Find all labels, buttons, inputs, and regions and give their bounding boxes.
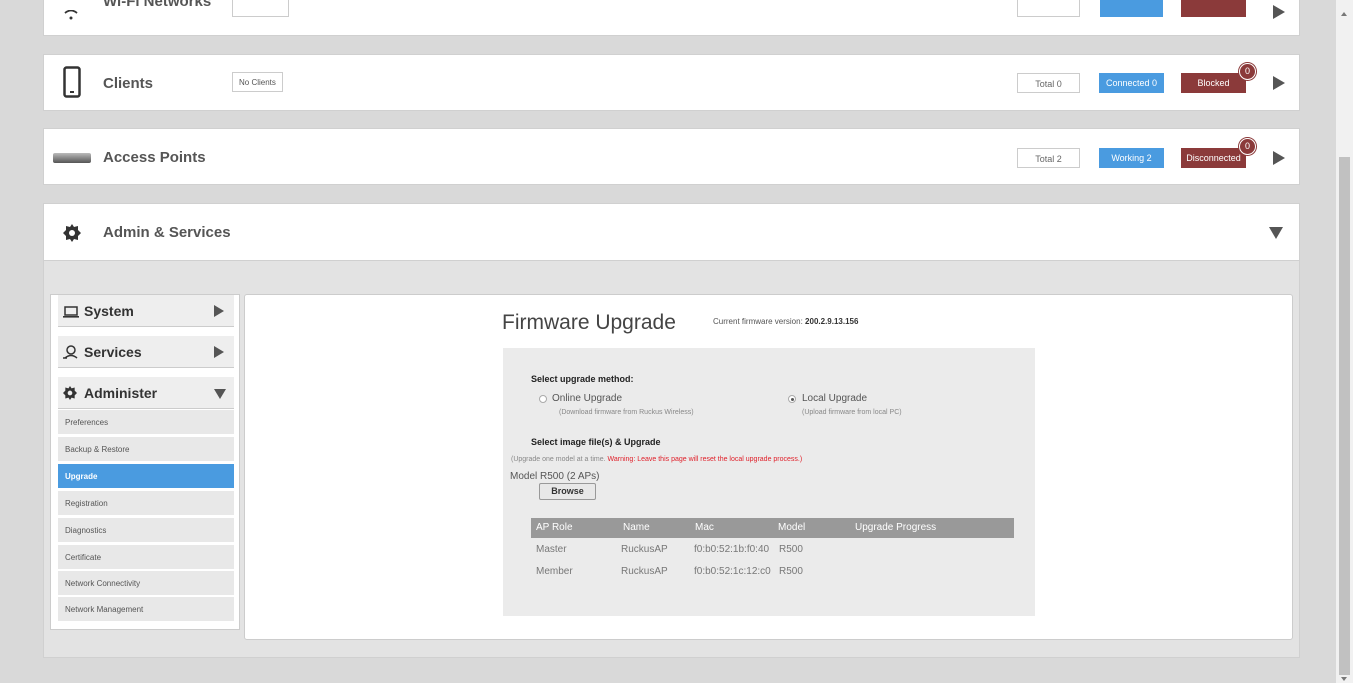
access-points-title: Access Points	[103, 149, 206, 166]
administer-arrow-icon	[214, 389, 226, 399]
col-upgrade-progress: Upgrade Progress	[855, 522, 937, 533]
wifi-expand-arrow-icon[interactable]	[1273, 5, 1285, 19]
system-arrow-icon	[214, 305, 224, 317]
browse-button[interactable]: Browse	[539, 483, 596, 500]
current-firmware-version: Current firmware version: 200.2.9.13.156	[713, 317, 858, 326]
ap-total-stat[interactable]: Total 2	[1017, 148, 1080, 168]
access-points-panel[interactable]: Access Points Total 2 Working 2 Disconne…	[43, 128, 1300, 185]
online-upgrade-label[interactable]: Online Upgrade	[552, 393, 622, 404]
scroll-up-arrow-icon[interactable]	[1341, 12, 1347, 16]
local-upgrade-label[interactable]: Local Upgrade	[802, 393, 867, 404]
sidebar-administer-label: Administer	[84, 385, 158, 401]
upgrade-note-text: (Upgrade one model at a time.	[511, 456, 606, 463]
image-upgrade-heading: Select image file(s) & Upgrade	[531, 437, 661, 447]
cell-ap-role: Master	[536, 544, 567, 555]
clients-panel[interactable]: Clients No Clients Total 0 Connected 0 B…	[43, 54, 1300, 111]
sidebar-item-network-management[interactable]: Network Management	[58, 597, 234, 621]
clients-blocked-stat[interactable]: Blocked	[1181, 73, 1246, 93]
online-upgrade-radio[interactable]	[539, 395, 547, 403]
clients-title: Clients	[103, 75, 154, 92]
ap-expand-arrow-icon[interactable]	[1273, 151, 1285, 165]
col-name: Name	[623, 522, 650, 533]
wifi-red-stat	[1181, 0, 1246, 17]
admin-services-title: Admin & Services	[103, 224, 231, 241]
sidebar-item-preferences[interactable]: Preferences	[58, 410, 234, 434]
model-label: Model R500 (2 APs)	[510, 471, 600, 482]
page-scrollbar[interactable]	[1336, 0, 1353, 683]
ap-table-header: AP Role Name Mac Model Upgrade Progress	[531, 518, 1014, 538]
monitor-icon	[63, 305, 79, 323]
clients-expand-arrow-icon[interactable]	[1273, 76, 1285, 90]
administer-gear-icon	[63, 386, 77, 405]
cell-name: RuckusAP	[621, 566, 668, 577]
ap-disconnected-count-badge: 0	[1239, 138, 1256, 155]
clients-connected-stat[interactable]: Connected 0	[1099, 73, 1164, 93]
scroll-down-arrow-icon[interactable]	[1341, 677, 1347, 681]
admin-sidebar: System Services Administer Preferences B…	[50, 294, 240, 630]
page: Wi-Fi Networks Clients No Clients Total …	[0, 0, 1336, 683]
firmware-upgrade-content: Firmware Upgrade Current firmware versio…	[244, 294, 1293, 640]
wifi-icon	[64, 7, 78, 25]
sidebar-item-upgrade[interactable]: Upgrade	[58, 464, 234, 488]
phone-icon	[63, 66, 81, 103]
wifi-networks-panel[interactable]: Wi-Fi Networks	[43, 0, 1300, 36]
clients-total-stat[interactable]: Total 0	[1017, 73, 1080, 93]
wifi-networks-title: Wi-Fi Networks	[103, 0, 212, 10]
clients-blocked-count-badge: 0	[1239, 63, 1256, 80]
cell-model: R500	[779, 566, 803, 577]
gear-icon	[63, 224, 81, 247]
col-mac: Mac	[695, 522, 714, 533]
sidebar-item-backup-restore[interactable]: Backup & Restore	[58, 437, 234, 461]
upgrade-warning-text: Warning: Leave this page will reset the …	[607, 456, 803, 463]
sidebar-item-network-connectivity[interactable]: Network Connectivity	[58, 571, 234, 595]
sidebar-system-label: System	[84, 303, 134, 319]
access-point-icon	[52, 151, 92, 169]
page-title: Firmware Upgrade	[502, 311, 676, 334]
scrollbar-thumb[interactable]	[1339, 157, 1350, 675]
services-icon	[63, 345, 79, 364]
wifi-blue-stat	[1100, 0, 1163, 17]
admin-services-panel[interactable]: Admin & Services	[43, 203, 1300, 261]
wifi-total-stat	[1017, 0, 1080, 17]
cell-name: RuckusAP	[621, 544, 668, 555]
sidebar-services-label: Services	[84, 344, 142, 360]
sidebar-section-system[interactable]: System	[58, 295, 234, 327]
current-firmware-label: Current firmware version:	[713, 317, 803, 326]
upgrade-method-heading: Select upgrade method:	[531, 374, 634, 384]
local-upgrade-radio[interactable]	[788, 395, 796, 403]
sidebar-section-services[interactable]: Services	[58, 336, 234, 368]
cell-model: R500	[779, 544, 803, 555]
online-upgrade-sublabel: (Download firmware from Ruckus Wireless)	[559, 409, 694, 416]
ap-disconnected-stat[interactable]: Disconnected	[1181, 148, 1246, 168]
services-arrow-icon	[214, 346, 224, 358]
sidebar-item-certificate[interactable]: Certificate	[58, 545, 234, 569]
col-ap-role: AP Role	[536, 522, 573, 533]
cell-ap-role: Member	[536, 566, 573, 577]
upgrade-note: (Upgrade one model at a time. Warning: L…	[511, 456, 802, 463]
ap-working-stat[interactable]: Working 2	[1099, 148, 1164, 168]
col-model: Model	[778, 522, 806, 533]
clients-summary: No Clients	[232, 72, 283, 92]
sidebar-item-diagnostics[interactable]: Diagnostics	[58, 518, 234, 542]
sidebar-item-registration[interactable]: Registration	[58, 491, 234, 515]
wifi-summary-box	[232, 0, 289, 17]
current-firmware-value: 200.2.9.13.156	[805, 317, 859, 326]
cell-mac: f0:b0:52:1c:12:c0	[694, 566, 771, 577]
admin-collapse-arrow-icon[interactable]	[1269, 227, 1283, 239]
upgrade-method-box: Select upgrade method: Online Upgrade (D…	[503, 348, 1035, 616]
cell-mac: f0:b0:52:1b:f0:40	[694, 544, 770, 555]
local-upgrade-sublabel: (Upload firmware from local PC)	[802, 409, 902, 416]
sidebar-section-administer[interactable]: Administer	[58, 377, 234, 409]
